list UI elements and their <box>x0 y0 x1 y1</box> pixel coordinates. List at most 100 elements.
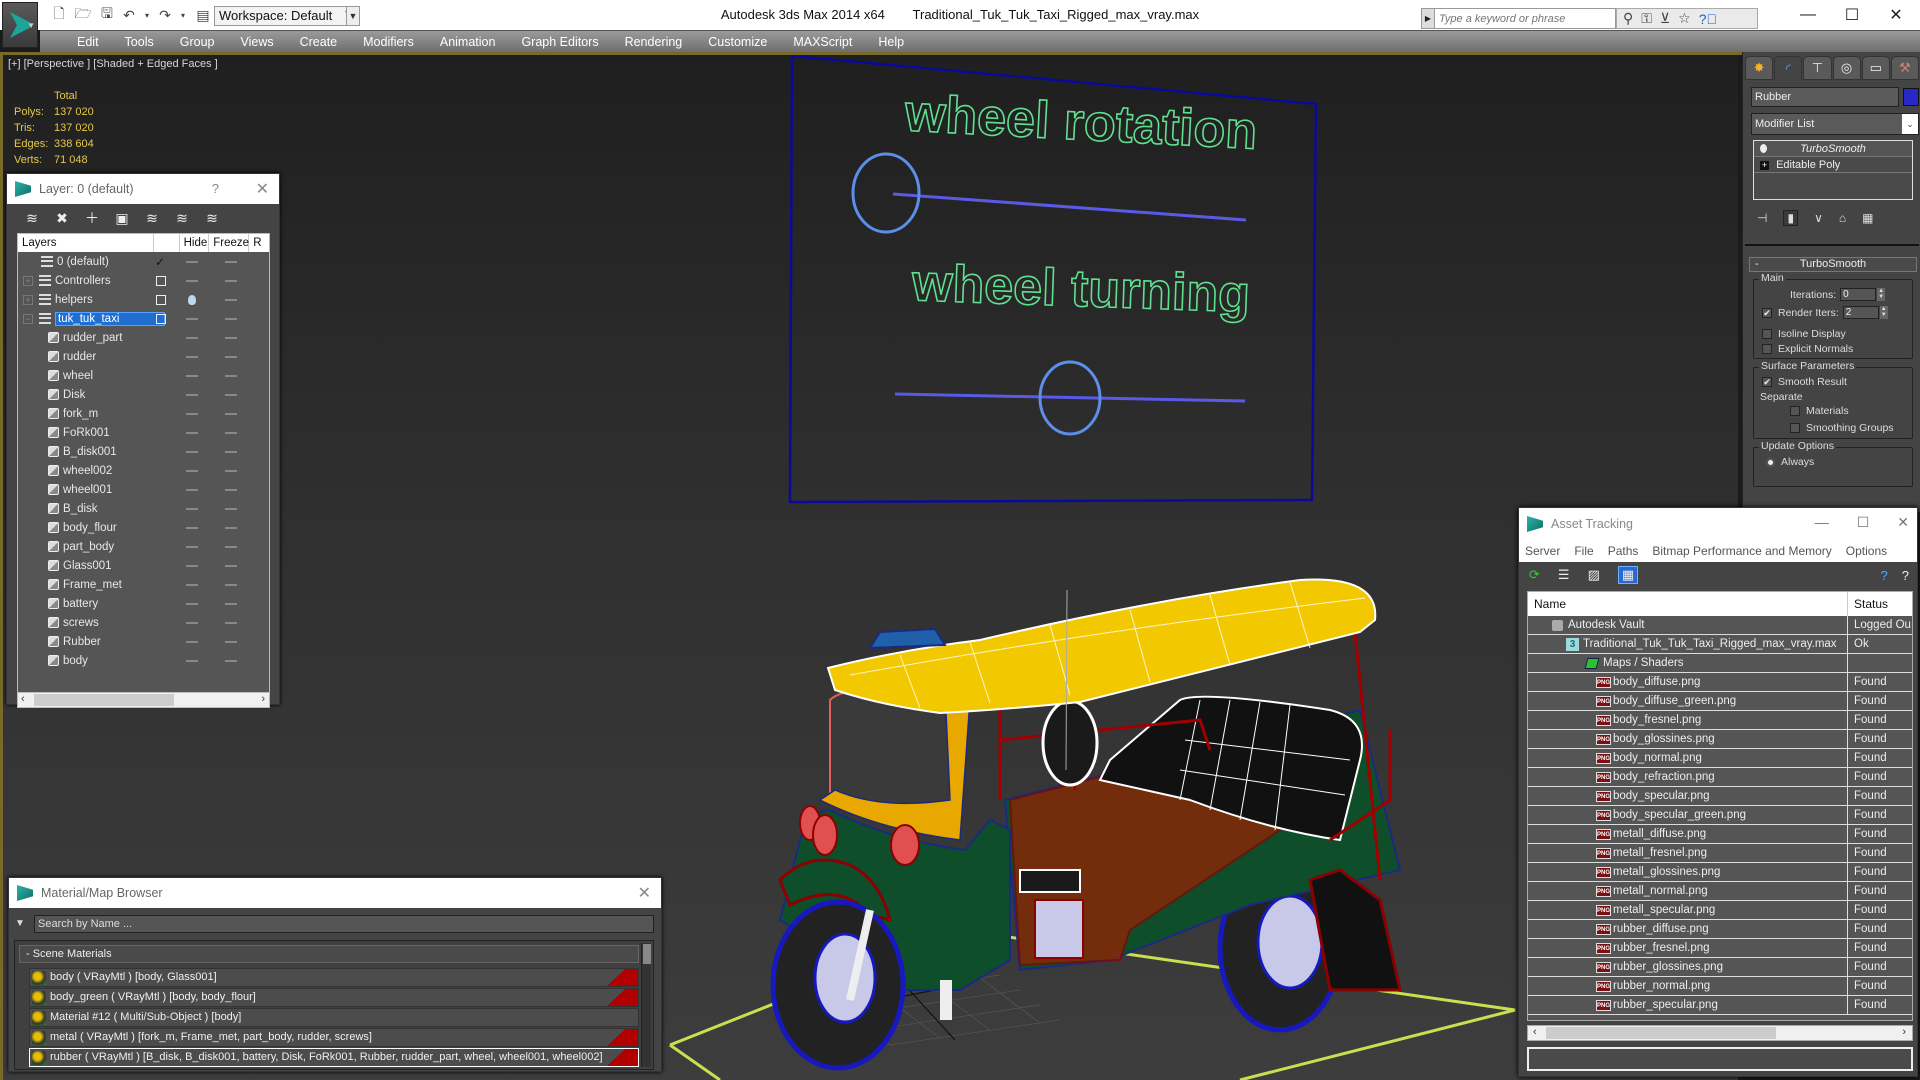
freeze-toggle[interactable] <box>225 469 237 472</box>
hide-toggle[interactable] <box>186 431 198 434</box>
scroll-left-icon[interactable]: ‹ <box>21 693 25 705</box>
freeze-toggle[interactable] <box>225 507 237 510</box>
tab-display[interactable]: ▭ <box>1861 56 1890 80</box>
col-current[interactable] <box>154 234 180 252</box>
menu-server[interactable]: Server <box>1525 544 1560 558</box>
layer-row[interactable]: + Controllers <box>18 271 269 290</box>
expand-icon[interactable]: + <box>23 294 33 305</box>
menu-customize[interactable]: Customize <box>695 35 780 49</box>
tab-motion[interactable]: ◎ <box>1832 56 1861 80</box>
layer-object-row[interactable]: Frame_met <box>18 575 269 594</box>
menu-help[interactable]: Help <box>865 35 917 49</box>
spinner-arrows-icon[interactable]: ▲ ▼ <box>1877 288 1886 301</box>
turbosmooth-rollout-header[interactable]: - TurboSmooth <box>1749 257 1917 272</box>
scroll-left-icon[interactable]: ‹ <box>1533 1026 1537 1038</box>
vault-logout-icon[interactable]: ? <box>1902 568 1909 583</box>
asset-row[interactable]: PNG body_fresnel.png Found <box>1528 711 1912 730</box>
asset-row[interactable]: 3 Traditional_Tuk_Tuk_Taxi_Rigged_max_vra… <box>1528 635 1912 654</box>
stack-item-editable-poly[interactable]: + Editable Poly <box>1754 157 1912 173</box>
layer-horizontal-scrollbar[interactable]: ‹ › <box>17 692 270 708</box>
freeze-toggle[interactable] <box>225 640 237 643</box>
col-render[interactable]: R <box>249 234 269 252</box>
render-iters-checkbox[interactable]: ✔ <box>1762 307 1772 318</box>
materials-checkbox[interactable] <box>1790 406 1800 416</box>
layer-object-row[interactable]: wheel002 <box>18 461 269 480</box>
select-objects-icon[interactable]: ▣ <box>113 210 131 226</box>
asset-row[interactable]: PNG metall_specular.png Found <box>1528 901 1912 920</box>
layer-row[interactable]: − tuk_tuk_taxi <box>18 309 269 328</box>
material-row[interactable]: metal ( VRayMtl ) [fork_m, Frame_met, pa… <box>29 1028 639 1047</box>
menu-tools[interactable]: Tools <box>112 35 167 49</box>
add-to-layer-icon[interactable]: ＋ <box>83 210 101 226</box>
freeze-toggle[interactable] <box>225 602 237 605</box>
layer-row[interactable]: 0 (default) ✓ <box>18 252 269 271</box>
hide-toggle[interactable] <box>186 393 198 396</box>
menu-create[interactable]: Create <box>287 35 351 49</box>
asset-row[interactable]: PNG body_glossines.png Found <box>1528 730 1912 749</box>
redo-dropdown-icon[interactable]: ▾ <box>174 6 192 24</box>
menu-views[interactable]: Views <box>227 35 286 49</box>
layer-object-row[interactable]: rudder_part <box>18 328 269 347</box>
asset-row[interactable]: PNG body_diffuse.png Found <box>1528 673 1912 692</box>
tab-create[interactable]: ✸ <box>1745 56 1774 80</box>
menu-maxscript[interactable]: MAXScript <box>780 35 865 49</box>
asset-row[interactable]: PNG metall_normal.png Found <box>1528 882 1912 901</box>
hide-toggle[interactable] <box>186 526 198 529</box>
freeze-toggle[interactable] <box>225 412 237 415</box>
menu-paths[interactable]: Paths <box>1608 544 1639 558</box>
asset-row[interactable]: PNG body_specular.png Found <box>1528 787 1912 806</box>
layer-object-row[interactable]: screws <box>18 613 269 632</box>
collapse-icon[interactable]: − <box>23 313 33 324</box>
hide-toggle[interactable] <box>186 260 198 263</box>
scroll-thumb[interactable] <box>1546 1027 1776 1039</box>
layer-object-row[interactable]: wheel001 <box>18 480 269 499</box>
menu-graph-editors[interactable]: Graph Editors <box>508 35 611 49</box>
material-row[interactable]: body ( VRayMtl ) [body, Glass001] <box>29 968 639 987</box>
hide-toggle[interactable] <box>186 374 198 377</box>
asset-horizontal-scrollbar[interactable]: ‹ › <box>1527 1025 1913 1041</box>
tab-utilities[interactable]: ⚒ <box>1890 56 1920 80</box>
expand-icon[interactable]: + <box>23 275 33 286</box>
tuk-tuk-model[interactable] <box>770 578 1402 1071</box>
infocenter-search[interactable]: ▶ <box>1421 8 1616 29</box>
remove-modifier-icon[interactable]: ⌂ <box>1839 211 1846 225</box>
hide-toggle[interactable] <box>186 507 198 510</box>
freeze-toggle[interactable] <box>225 279 237 282</box>
keyword-search-input[interactable] <box>1435 12 1610 25</box>
asset-row[interactable]: PNG metall_diffuse.png Found <box>1528 825 1912 844</box>
isoline-display-checkbox[interactable] <box>1762 329 1772 339</box>
workspace-selector[interactable]: Workspace: Default ▾ <box>214 6 354 26</box>
refresh-icon[interactable]: ⟳ <box>1529 567 1540 583</box>
redo-icon[interactable]: ↷ <box>156 6 174 24</box>
open-file-icon[interactable]: 🗁 <box>74 5 92 24</box>
freeze-toggle[interactable] <box>225 298 237 301</box>
always-radio[interactable] <box>1766 457 1775 467</box>
object-name-field[interactable]: Rubber <box>1751 87 1899 107</box>
freeze-toggle[interactable] <box>225 583 237 586</box>
layer-object-row[interactable]: Rubber <box>18 632 269 651</box>
new-file-icon[interactable]: 🗋 <box>50 5 68 24</box>
hide-toggle[interactable] <box>186 279 198 282</box>
material-row[interactable]: Material #12 ( Multi/Sub-Object ) [body] <box>29 1008 639 1027</box>
layer-dialog-titlebar[interactable]: Layer: 0 (default) ? ✕ <box>7 174 279 204</box>
wheel-rotation-slider-handle[interactable] <box>851 152 921 234</box>
app-menu-button[interactable]: ▼ <box>2 2 38 48</box>
minimize-button[interactable]: — <box>1815 514 1829 531</box>
set-current-checkbox[interactable] <box>156 313 166 324</box>
quick-access-customize-button[interactable]: ▼ <box>346 6 360 26</box>
viewport-label-menu[interactable]: [+] [Perspective ] [Shaded + Edged Faces… <box>8 58 218 70</box>
configure-modifier-sets-icon[interactable]: ▦ <box>1862 211 1873 225</box>
asset-row[interactable]: Maps / Shaders <box>1528 654 1912 673</box>
asset-row[interactable]: PNG body_refraction.png Found <box>1528 768 1912 787</box>
menu-group[interactable]: Group <box>167 35 228 49</box>
col-layers[interactable]: Layers <box>18 234 154 252</box>
asset-row[interactable]: PNG rubber_glossines.png Found <box>1528 958 1912 977</box>
menu-modifiers[interactable]: Modifiers <box>350 35 427 49</box>
maximize-button[interactable]: ☐ <box>1857 514 1870 531</box>
freeze-toggle[interactable] <box>225 659 237 662</box>
freeze-toggle[interactable] <box>225 526 237 529</box>
freeze-toggle[interactable] <box>225 374 237 377</box>
asset-row[interactable]: PNG body_normal.png Found <box>1528 749 1912 768</box>
tab-hierarchy[interactable]: ⊤ <box>1803 56 1832 80</box>
menu-rendering[interactable]: Rendering <box>612 35 696 49</box>
